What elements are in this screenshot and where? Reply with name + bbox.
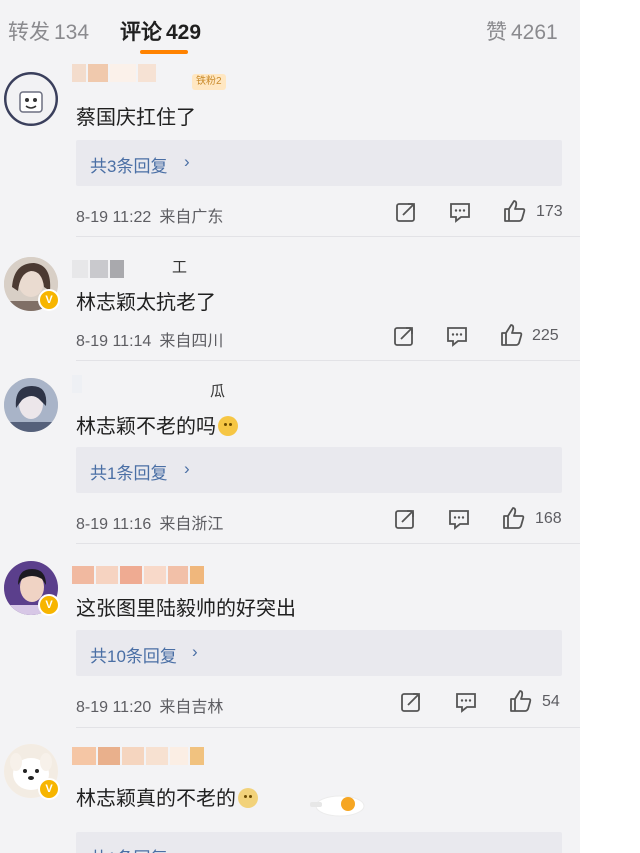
replies-label: 共10条回复 xyxy=(90,647,177,666)
divider xyxy=(76,360,580,361)
avatar[interactable] xyxy=(4,72,58,126)
comment-text: 林志颖不老的吗 xyxy=(76,410,238,439)
share-box-icon[interactable] xyxy=(391,323,417,349)
avatar[interactable] xyxy=(4,378,58,432)
replies-label: 共1条回复 xyxy=(90,464,168,483)
replies-button[interactable]: 共1条回复 xyxy=(76,832,562,853)
thumbs-up-icon[interactable] xyxy=(499,322,525,348)
replies-button[interactable]: 共10条回复 › xyxy=(76,630,562,676)
comment-text-content: 林志颖真的不老的 xyxy=(76,788,236,810)
verified-badge: V xyxy=(38,778,60,800)
active-tab-indicator xyxy=(140,50,188,54)
comment-bubble-icon[interactable] xyxy=(446,506,472,532)
username-redacted xyxy=(72,260,124,278)
tab-likes-count: 4261 xyxy=(511,21,558,44)
chevron-right-icon: › xyxy=(184,152,190,171)
divider xyxy=(76,236,580,237)
thumbs-up-icon[interactable] xyxy=(508,688,534,714)
share-box-icon[interactable] xyxy=(392,506,418,532)
comment-location: 来自浙江 xyxy=(159,516,224,533)
comment-time: 8-19 11:22 xyxy=(76,209,152,226)
tab-comments-count: 429 xyxy=(166,21,202,44)
username-redacted xyxy=(72,64,156,82)
avatar-image xyxy=(4,72,58,126)
name-suffix-mark: 瓜 xyxy=(210,383,226,400)
comments-panel: 转发 134 评论 429 赞 4261 铁粉2 蔡国庆扛住了 共3条回复 › … xyxy=(0,0,580,853)
share-box-icon[interactable] xyxy=(398,689,424,715)
tab-repost[interactable]: 转发 134 xyxy=(8,16,89,46)
comment-time: 8-19 11:20 xyxy=(76,699,152,716)
verified-badge: V xyxy=(38,594,60,616)
username-redacted xyxy=(72,566,204,584)
like-count: 54 xyxy=(542,693,560,710)
tab-repost-label: 转发 xyxy=(8,21,50,44)
comment-text-content: 林志颖不老的吗 xyxy=(76,416,216,438)
replies-label: 共1条回复 xyxy=(90,844,167,853)
thumbs-up-icon[interactable] xyxy=(502,198,528,224)
comment-time: 8-19 11:16 xyxy=(76,516,152,533)
divider xyxy=(76,727,580,728)
page-margin xyxy=(580,0,640,853)
avatar-image xyxy=(4,378,58,432)
fried-egg-sticker-icon xyxy=(310,795,365,817)
comment-bubble-icon[interactable] xyxy=(447,199,473,225)
comment-time: 8-19 11:14 xyxy=(76,333,152,350)
comment-bubble-icon[interactable] xyxy=(444,323,470,349)
tab-likes-label: 赞 xyxy=(486,21,507,44)
comment-location: 来自吉林 xyxy=(159,699,224,716)
replies-button[interactable]: 共3条回复 › xyxy=(76,140,562,186)
like-count: 168 xyxy=(535,510,562,527)
emoji-icon xyxy=(238,788,258,808)
share-box-icon[interactable] xyxy=(393,199,419,225)
username-redacted xyxy=(72,747,204,765)
replies-label: 共3条回复 xyxy=(90,157,168,176)
username-redacted xyxy=(72,375,82,393)
tab-comments[interactable]: 评论 429 xyxy=(120,16,201,46)
emoji-icon xyxy=(218,416,238,436)
comment-meta: 8-19 11:20 来自吉林 xyxy=(76,693,223,717)
verified-badge: V xyxy=(38,289,60,311)
chevron-right-icon: › xyxy=(192,642,198,661)
thumbs-up-icon[interactable] xyxy=(501,505,527,531)
comment-text: 林志颖真的不老的 xyxy=(76,782,258,811)
chevron-right-icon: › xyxy=(184,459,190,478)
tab-likes[interactable]: 赞 4261 xyxy=(486,16,558,46)
comment-location: 来自四川 xyxy=(159,333,224,350)
like-count: 225 xyxy=(532,327,559,344)
comment-location: 来自广东 xyxy=(159,209,224,226)
replies-button[interactable]: 共1条回复 › xyxy=(76,447,562,493)
fan-level-badge: 铁粉2 xyxy=(192,74,226,90)
comment-meta: 8-19 11:22 来自广东 xyxy=(76,203,223,227)
tab-repost-count: 134 xyxy=(54,21,90,44)
comment-text: 蔡国庆扛住了 xyxy=(76,107,196,129)
like-count: 173 xyxy=(536,203,563,220)
divider xyxy=(76,543,580,544)
comment-bubble-icon[interactable] xyxy=(453,689,479,715)
comment-meta: 8-19 11:16 来自浙江 xyxy=(76,510,223,534)
comment-meta: 8-19 11:14 来自四川 xyxy=(76,327,223,351)
name-suffix-mark: 工 xyxy=(172,259,188,276)
tab-bar: 转发 134 评论 429 赞 4261 xyxy=(0,0,580,60)
comment-text: 林志颖太抗老了 xyxy=(76,292,216,314)
tab-comments-label: 评论 xyxy=(120,21,162,44)
comment-text: 这张图里陆毅帅的好突出 xyxy=(76,598,296,620)
